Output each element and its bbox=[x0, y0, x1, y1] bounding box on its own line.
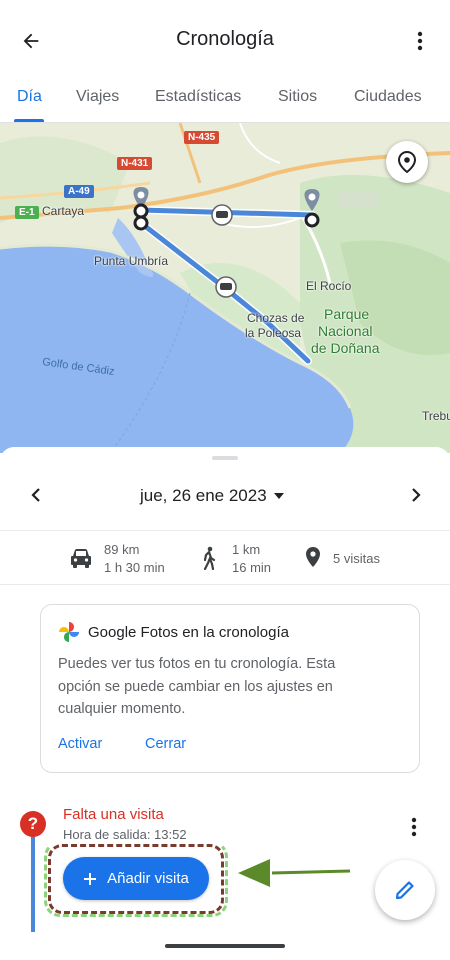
place-icon bbox=[398, 151, 416, 173]
question-mark-icon: ? bbox=[20, 811, 46, 837]
visit-more-options-button[interactable] bbox=[400, 813, 428, 841]
date-label: jue, 26 ene 2023 bbox=[140, 486, 267, 505]
place-icon bbox=[306, 547, 320, 567]
tab-sitios[interactable]: Sitios bbox=[278, 88, 317, 106]
road-badge-n431: N-431 bbox=[117, 157, 153, 170]
arrow-drop-down-icon bbox=[273, 493, 284, 499]
drive-distance: 89 km bbox=[104, 542, 140, 557]
map-canvas bbox=[0, 123, 450, 453]
map-label-nacional: Nacional bbox=[318, 323, 373, 339]
timeline-line bbox=[31, 832, 35, 932]
map-label-parque: Parque bbox=[324, 306, 370, 322]
pencil-icon bbox=[395, 881, 414, 900]
next-day-button[interactable] bbox=[402, 480, 430, 510]
more-options-button[interactable] bbox=[404, 24, 436, 58]
map-label-trebu: Trebu bbox=[422, 409, 450, 423]
sheet-drag-handle[interactable] bbox=[212, 456, 238, 460]
map-label-cartaya: Cartaya bbox=[42, 204, 85, 218]
date-selector[interactable]: jue, 26 ene 2023 bbox=[140, 484, 285, 508]
tab-estadisticas[interactable]: Estadísticas bbox=[155, 88, 241, 106]
tab-dia[interactable]: Día bbox=[17, 88, 42, 106]
map-label-chozas: Chozas de bbox=[247, 311, 305, 325]
visits-count: 5 visitas bbox=[333, 551, 380, 566]
road-badge-e1: E-1 bbox=[15, 206, 39, 219]
add-visit-label: Añadir visita bbox=[107, 870, 189, 887]
divider bbox=[0, 584, 450, 585]
tab-indicator bbox=[14, 119, 44, 122]
chevron-left-icon bbox=[31, 488, 40, 502]
drive-duration: 1 h 30 min bbox=[104, 560, 165, 575]
car-icon bbox=[71, 549, 91, 568]
map-label-donana: de Doñana bbox=[311, 340, 380, 356]
map-label-poleosa: la Poleosa bbox=[245, 326, 302, 340]
missing-visit-title: Falta una visita bbox=[63, 806, 164, 823]
more-vert-icon bbox=[411, 817, 417, 837]
annotation-arrow-icon bbox=[238, 859, 351, 887]
road-badge-n435: N-435 bbox=[184, 131, 220, 144]
walk-distance: 1 km bbox=[232, 542, 261, 557]
divider bbox=[0, 530, 450, 531]
tab-bar: Día Viajes Estadísticas Sitios Ciudades bbox=[0, 80, 450, 123]
departure-time: Hora de salida: 13:52 bbox=[63, 827, 187, 842]
chevron-right-icon bbox=[412, 488, 421, 502]
tab-ciudades[interactable]: Ciudades bbox=[354, 88, 422, 106]
edit-fab[interactable] bbox=[375, 860, 435, 920]
map-label-el-rocio: El Rocío bbox=[306, 279, 352, 293]
walk-icon bbox=[203, 546, 216, 570]
activate-button[interactable]: Activar bbox=[58, 736, 102, 752]
map-view[interactable]: N-435 N-431 A-49 E-1 Cartaya Punta Umbrí… bbox=[0, 123, 450, 453]
card-title: Google Fotos en la cronología bbox=[88, 624, 289, 641]
tab-viajes[interactable]: Viajes bbox=[76, 88, 119, 106]
plus-icon bbox=[84, 872, 97, 885]
card-body: Puedes ver tus fotos en tu cronología. E… bbox=[58, 656, 336, 717]
map-label-punta-umbria: Punta Umbría bbox=[94, 254, 169, 268]
system-nav-handle[interactable] bbox=[165, 944, 285, 948]
previous-day-button[interactable] bbox=[22, 480, 50, 510]
add-visit-button[interactable]: Añadir visita bbox=[63, 857, 209, 900]
walk-duration: 16 min bbox=[232, 560, 272, 575]
page-title: Cronología bbox=[176, 28, 274, 50]
place-marker-button[interactable] bbox=[386, 141, 428, 183]
road-badge-a49: A-49 bbox=[64, 185, 94, 198]
google-photos-icon bbox=[59, 622, 79, 642]
more-vert-icon bbox=[417, 31, 423, 51]
close-button[interactable]: Cerrar bbox=[145, 736, 186, 752]
